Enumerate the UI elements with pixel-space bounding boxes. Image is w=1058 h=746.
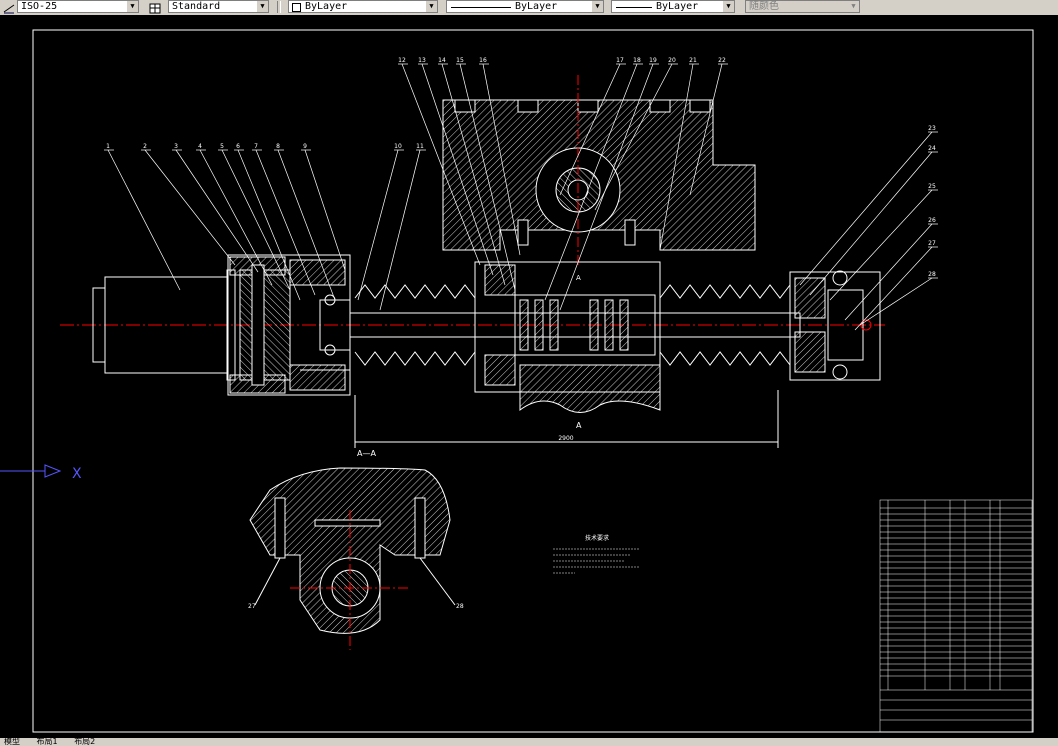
leader-line xyxy=(357,149,399,301)
linetype-sample xyxy=(451,7,511,8)
balloon-label: 21 xyxy=(689,57,697,64)
toolbar-separator xyxy=(277,1,281,13)
dimstyle-icon[interactable] xyxy=(2,0,16,14)
chevron-down-icon: ▼ xyxy=(127,1,138,12)
balloon-label: 16 xyxy=(479,57,487,64)
dimstyle-select[interactable]: ISO-25 ▼ xyxy=(17,0,139,13)
svg-text:技术要求: 技术要求 xyxy=(585,534,609,542)
balloon-27-section: 27 xyxy=(248,603,256,610)
leader-line xyxy=(799,131,933,286)
leader-line xyxy=(107,149,181,291)
layout-tabs: 模型 布局1 布局2 xyxy=(0,738,1058,746)
leader-line xyxy=(829,189,933,301)
section-view-aa: 27 28 xyxy=(248,467,464,650)
balloon-label: 1 xyxy=(106,143,110,150)
chevron-down-icon: ▼ xyxy=(592,1,603,12)
balloon-label: 13 xyxy=(418,57,426,64)
balloon-label: 15 xyxy=(456,57,464,64)
lineweight-select[interactable]: ByLayer ▼ xyxy=(611,0,735,13)
tablestyle-icon[interactable] xyxy=(148,0,162,14)
balloon-label: 18 xyxy=(633,57,641,64)
balloon-label: 17 xyxy=(616,57,624,64)
tab-layout2[interactable]: 布局2 xyxy=(74,738,95,746)
tab-model[interactable]: 模型 xyxy=(4,738,20,746)
cad-drawing: 2900 A—A A A 1 2 3 4 5 6 7 8 9 10 1112 13 14 15 16 17 18… xyxy=(0,29,1034,733)
chevron-down-icon: ▼ xyxy=(848,1,859,12)
balloon-label: 19 xyxy=(649,57,657,64)
balloon-label: 14 xyxy=(438,57,446,64)
drawing-canvas[interactable]: 2900 A—A A A 1 2 3 4 5 6 7 8 9 10 11 12 13 14 15 16 17 18… xyxy=(0,15,1058,738)
balloon-label: 28 xyxy=(928,271,936,278)
balloon-label: 9 xyxy=(303,143,307,150)
plotstyle-select[interactable]: 随颜色 ▼ xyxy=(745,0,860,13)
leader-line xyxy=(859,277,933,326)
section-mark-label-top: A xyxy=(576,274,581,282)
chevron-down-icon: ▼ xyxy=(723,1,734,12)
balloon-label: 22 xyxy=(718,57,726,64)
linetype-select[interactable]: ByLayer ▼ xyxy=(446,0,604,13)
balloon-label: 25 xyxy=(928,183,936,190)
balloon-label: 7 xyxy=(254,143,258,150)
balloon-label: 20 xyxy=(668,57,676,64)
balloon-label: 10 xyxy=(394,143,402,150)
balloon-label: 23 xyxy=(928,125,936,132)
leader-line xyxy=(379,149,421,311)
section-mark-label: A xyxy=(576,421,582,430)
balloon-label: 3 xyxy=(174,143,178,150)
balloon-label: 2 xyxy=(143,143,147,150)
section-title-label: A—A xyxy=(357,449,376,458)
tablestyle-select[interactable]: Standard ▼ xyxy=(168,0,269,13)
saddle-block xyxy=(442,75,756,265)
balloon-label: 11 xyxy=(416,143,424,150)
balloon-label: 6 xyxy=(236,143,240,150)
ucs-icon: X xyxy=(0,464,82,482)
balloon-label: 5 xyxy=(220,143,224,150)
tab-layout1[interactable]: 布局1 xyxy=(37,738,58,746)
balloon-label: 4 xyxy=(198,143,202,150)
balloon-label: 24 xyxy=(928,145,936,152)
balloon-label: 8 xyxy=(276,143,280,150)
svg-text:2900: 2900 xyxy=(558,435,573,442)
balloon-label: 27 xyxy=(928,240,936,247)
balloon-label: 12 xyxy=(398,57,406,64)
balloon-28-section: 28 xyxy=(456,603,464,610)
chevron-down-icon: ▼ xyxy=(426,1,437,12)
leader-line xyxy=(854,246,933,331)
properties-toolbar: ISO-25 ▼ Standard ▼ ByLayer ▼ ByLayer ▼ … xyxy=(0,0,1058,16)
ucs-x-label: X xyxy=(72,466,82,482)
leader-line xyxy=(304,149,346,271)
chevron-down-icon: ▼ xyxy=(257,1,268,12)
leader-line xyxy=(809,151,933,296)
lineweight-sample xyxy=(616,7,652,8)
color-swatch-icon xyxy=(292,3,301,12)
balloon-label: 26 xyxy=(928,217,936,224)
technical-requirements: 技术要求 xyxy=(553,534,640,574)
title-block xyxy=(879,499,1033,733)
layer-select[interactable]: ByLayer ▼ xyxy=(288,0,438,13)
